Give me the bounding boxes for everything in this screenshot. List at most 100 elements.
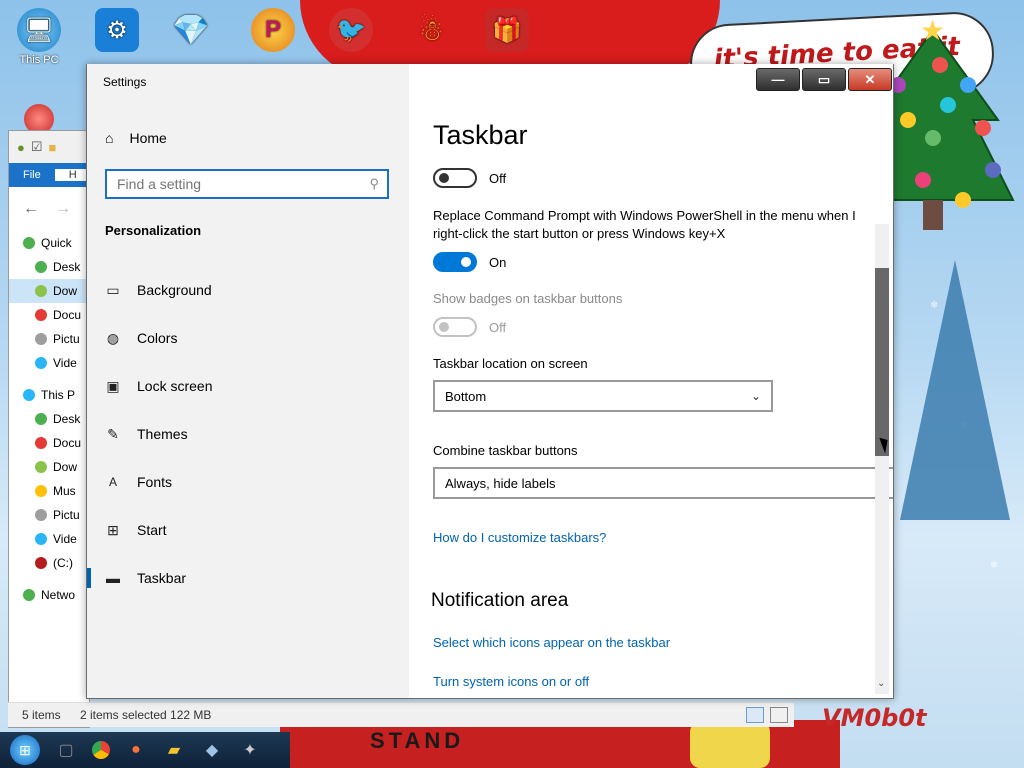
settings-content: Taskbar Off Replace Command Prompt with …: [409, 64, 893, 698]
snowflake: ❄: [990, 560, 999, 571]
nav-label: Background: [137, 282, 212, 298]
customize-link[interactable]: How do I customize taskbars?: [433, 530, 606, 545]
nav-label: Lock screen: [137, 378, 213, 394]
nav-item-start[interactable]: ⊞ Start: [87, 506, 409, 554]
scroll-down-arrow-icon[interactable]: ⌄: [877, 678, 885, 689]
desktop-icon-this-pc[interactable]: 🖥 This PC: [4, 8, 74, 66]
explorer-app-icon: ●: [17, 139, 25, 155]
status-item-count: 5 items: [22, 708, 61, 722]
maximize-button[interactable]: ▭: [802, 68, 846, 91]
tree-item-label: Quick: [41, 236, 72, 250]
tree-item-label: Pictu: [53, 508, 80, 522]
search-icon[interactable]: ⚲: [369, 176, 387, 192]
combine-dropdown[interactable]: Always, hide labels ⌄: [433, 467, 893, 499]
folder-icon: [35, 509, 47, 521]
tree-item[interactable]: Pictu: [9, 327, 89, 351]
dropdown-value: Always, hide labels: [445, 475, 556, 491]
tree-item[interactable]: Vide: [9, 351, 89, 375]
folder-icon: [35, 357, 47, 369]
tree-item[interactable]: Dow: [9, 279, 89, 303]
scrollbar[interactable]: ⌄: [875, 224, 889, 694]
chrome-icon[interactable]: [92, 741, 110, 759]
tree-item[interactable]: Docu: [9, 431, 89, 455]
tree-item[interactable]: Docu: [9, 303, 89, 327]
system-icons-link[interactable]: Turn system icons on or off: [433, 674, 589, 689]
desktop-icon-linux[interactable]: ☃: [396, 8, 466, 54]
tree-item[interactable]: This P: [9, 383, 89, 407]
toggle-state: Off: [489, 170, 507, 186]
tree-item-label: This P: [41, 388, 76, 402]
window-title: Settings: [103, 75, 147, 89]
nav-item-lock-screen[interactable]: ▣ Lock screen: [87, 362, 409, 410]
window-controls: — ▭ ✕: [756, 68, 892, 91]
tree-item-label: Desk: [53, 260, 81, 274]
thumbnails-view-icon[interactable]: [770, 707, 788, 723]
checkbox-icon: ☑: [30, 139, 43, 154]
folder-icon: [35, 261, 47, 273]
file-explorer-icon[interactable]: ▰: [162, 738, 186, 762]
tree-item[interactable]: Netwo: [9, 583, 89, 607]
desktop-icon-angry-birds[interactable]: 🐦: [316, 8, 386, 54]
nav-item-background[interactable]: ▭ Background: [87, 266, 409, 314]
folder-icon: [35, 285, 47, 297]
tree-item[interactable]: Desk: [9, 407, 89, 431]
desktop-icon-pegging[interactable]: P: [238, 8, 308, 54]
nav-item-themes[interactable]: ✎ Themes: [87, 410, 409, 458]
powershell-toggle[interactable]: [433, 252, 477, 272]
nav-item-fonts[interactable]: A Fonts: [87, 458, 409, 506]
back-arrow-icon[interactable]: ←: [23, 200, 39, 218]
start-icon: ⊞: [107, 521, 119, 538]
diamond-icon: 💎: [172, 13, 210, 47]
home-link[interactable]: ⌂ Home: [105, 130, 167, 146]
tree-item[interactable]: (C:): [9, 551, 89, 575]
folder-icon: [35, 413, 47, 425]
tree-item-label: Dow: [53, 460, 78, 474]
details-view-icon[interactable]: [746, 707, 764, 723]
tree-item[interactable]: Mus: [9, 479, 89, 503]
settings-window: Settings ⌂ Home ⚲ Personalization ▭ Backg…: [86, 64, 894, 699]
minimize-button[interactable]: —: [756, 68, 800, 91]
search-taskbar-icon[interactable]: ▢: [54, 738, 78, 762]
badges-label: Show badges on taskbar buttons: [433, 291, 623, 306]
forward-arrow-icon[interactable]: →: [55, 200, 71, 218]
search-input[interactable]: [107, 175, 370, 193]
folder-icon: [35, 333, 47, 345]
toggle-switch-1[interactable]: [433, 168, 477, 188]
tree-item[interactable]: Pictu: [9, 503, 89, 527]
nav-item-colors[interactable]: ◍ Colors: [87, 314, 409, 362]
combine-label: Combine taskbar buttons: [433, 443, 578, 458]
tree-item[interactable]: Quick: [9, 231, 89, 255]
desktop-icon-label: This PC: [19, 54, 59, 66]
desktop-icon-crystal[interactable]: 💎: [156, 8, 226, 54]
angry-bird-icon: 🐦: [329, 8, 373, 52]
explorer-ribbon: File H: [9, 163, 91, 187]
nav-item-taskbar[interactable]: ▬ Taskbar: [87, 554, 409, 602]
windows-logo-icon: ⊞: [19, 741, 31, 758]
desktop-icon-settings[interactable]: ⚙: [82, 8, 152, 54]
select-icons-link[interactable]: Select which icons appear on the taskbar: [433, 635, 670, 650]
tree-item[interactable]: Dow: [9, 455, 89, 479]
start-button[interactable]: ⊞: [10, 735, 40, 765]
lock-screen-icon: ▣: [106, 377, 120, 394]
explorer-nav: ← →: [9, 187, 89, 231]
nav-label: Colors: [137, 330, 178, 346]
close-button[interactable]: ✕: [848, 68, 892, 91]
search-box[interactable]: ⚲: [105, 169, 389, 199]
location-dropdown[interactable]: Bottom ⌄: [433, 380, 773, 412]
tree-item[interactable]: Desk: [9, 255, 89, 279]
themes-icon: ✎: [107, 425, 119, 442]
tree-item[interactable]: Vide: [9, 527, 89, 551]
maximize-icon: ▭: [817, 71, 831, 87]
file-explorer-window: ● ☑ ■ File H ← → Quick Desk Dow Docu Pictu Vi…: [8, 130, 91, 728]
folder-icon: [23, 389, 35, 401]
settings-taskbar-icon[interactable]: ✦: [238, 738, 262, 762]
desktop-icon-extra[interactable]: 🎁: [472, 8, 542, 54]
firefox-icon[interactable]: ●: [124, 738, 148, 762]
tree-item-label: Dow: [53, 284, 78, 298]
scroll-thumb[interactable]: [875, 268, 889, 456]
badges-toggle[interactable]: [433, 317, 477, 337]
ribbon-tab-file[interactable]: File: [9, 169, 55, 181]
folder-icon: [35, 309, 47, 321]
cube-icon[interactable]: ◆: [200, 738, 224, 762]
toggle-state: Off: [489, 319, 507, 335]
